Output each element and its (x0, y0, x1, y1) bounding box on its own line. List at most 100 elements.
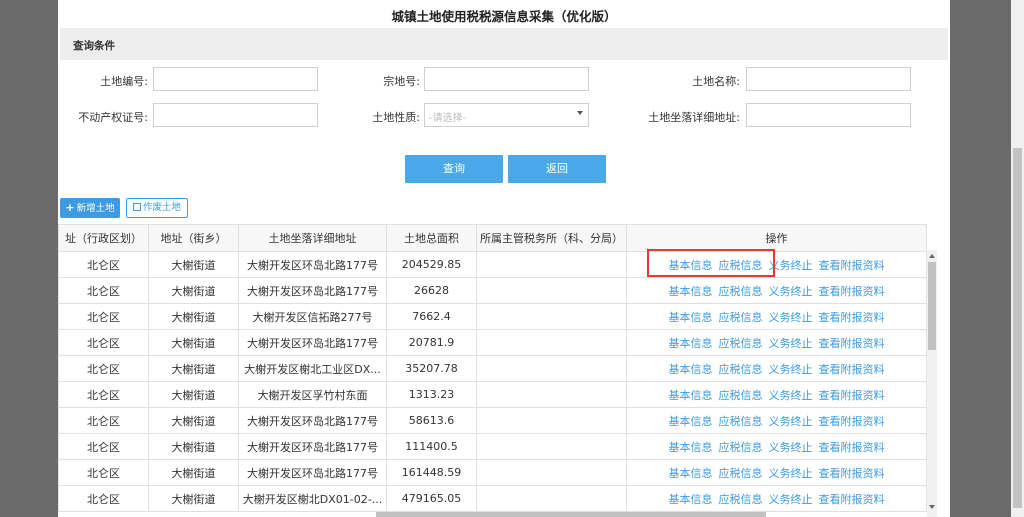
land-nature-placeholder: -请选择- (429, 113, 467, 124)
basic-info-link[interactable]: 基本信息 (669, 285, 713, 298)
cell-actions: 基本信息 应税信息 义务终止 查看附报资料 (626, 433, 927, 460)
parcel-no-input[interactable] (424, 67, 589, 91)
cell-street: 大榭街道 (148, 433, 239, 460)
land-nature-label: 土地性质: (372, 111, 420, 124)
basic-info-link[interactable]: 基本信息 (669, 389, 713, 402)
scroll-thumb[interactable] (928, 262, 936, 350)
taxable-info-link[interactable]: 应税信息 (719, 441, 763, 454)
terminate-link[interactable]: 义务终止 (769, 311, 813, 324)
terminate-link[interactable]: 义务终止 (769, 389, 813, 402)
cell-street: 大榭街道 (148, 277, 239, 304)
basic-info-link[interactable]: 基本信息 (669, 493, 713, 506)
terminate-link[interactable]: 义务终止 (769, 467, 813, 480)
table-horizontal-scrollbar[interactable] (376, 512, 766, 517)
page-scrollbar[interactable] (1011, 0, 1024, 517)
table-row[interactable]: 北仑区 大榭街道 大榭开发区环岛北路177号 26628 基本信息 应税信息 义务终止 查看附… (58, 277, 927, 304)
scroll-up-arrow-icon[interactable] (929, 254, 935, 258)
address-detail-label: 土地坐落详细地址: (648, 111, 740, 124)
header-address: 土地坐落详细地址 (238, 224, 387, 252)
cell-district: 北仑区 (58, 433, 149, 460)
back-button[interactable]: 返回 (508, 155, 606, 183)
page-scroll-thumb[interactable] (1013, 148, 1022, 508)
basic-info-link[interactable]: 基本信息 (669, 415, 713, 428)
cell-area: 1313.23 (386, 381, 477, 408)
taxable-info-link[interactable]: 应税信息 (719, 363, 763, 376)
land-nature-select[interactable]: -请选择- (424, 103, 589, 127)
terminate-link[interactable]: 义务终止 (769, 415, 813, 428)
cell-actions: 基本信息 应税信息 义务终止 查看附报资料 (626, 381, 927, 408)
view-attachments-link[interactable]: 查看附报资料 (819, 441, 885, 454)
cell-district: 北仑区 (58, 277, 149, 304)
cell-street: 大榭街道 (148, 459, 239, 486)
table-row[interactable]: 北仑区 大榭街道 大榭开发区环岛北路177号 58613.6 基本信息 应税信息 义务终止查… (58, 407, 927, 434)
table-row[interactable]: 北仑区 大榭街道 大榭开发区信拓路277号 7662.4 基本信息 应税信息 义务终止 查看附… (58, 303, 927, 330)
taxable-info-link[interactable]: 应税信息 (719, 389, 763, 402)
trash-icon (132, 203, 141, 211)
table-row[interactable]: 北仑区 大榭街道 大榭开发区榭北DX01-02-... 479165.05 基本信息 应税… (58, 485, 927, 512)
view-attachments-link[interactable]: 查看附报资料 (819, 493, 885, 506)
cell-actions: 基本信息 应税信息 义务终止 查看附报资料 (626, 485, 927, 512)
view-attachments-link[interactable]: 查看附报资料 (819, 259, 885, 272)
terminate-link[interactable]: 义务终止 (769, 441, 813, 454)
view-attachments-link[interactable]: 查看附报资料 (819, 311, 885, 324)
terminate-link[interactable]: 义务终止 (769, 493, 813, 506)
taxable-info-link[interactable]: 应税信息 (719, 467, 763, 480)
table-row[interactable]: 北仑区 大榭街道 大榭开发区环岛北路177号 111400.5 基本信息 应税信息 义务终止… (58, 433, 927, 460)
scroll-down-arrow-icon[interactable] (929, 505, 935, 509)
cell-actions: 基本信息 应税信息 义务终止 查看附报资料 (626, 329, 927, 356)
query-section-title: 查询条件 (73, 40, 115, 52)
view-attachments-link[interactable]: 查看附报资料 (819, 415, 885, 428)
table-row[interactable]: 北仑区 大榭街道 大榭开发区环岛北路177号 204529.85 基本信息 应税信息 义务终… (58, 251, 927, 278)
terminate-link[interactable]: 义务终止 (769, 363, 813, 376)
table-vertical-scrollbar[interactable] (927, 250, 937, 517)
taxable-info-link[interactable]: 应税信息 (719, 311, 763, 324)
cell-area: 7662.4 (386, 303, 477, 330)
view-attachments-link[interactable]: 查看附报资料 (819, 337, 885, 350)
cell-street: 大榭街道 (148, 329, 239, 356)
terminate-link[interactable]: 义务终止 (769, 285, 813, 298)
terminate-link[interactable]: 义务终止 (769, 259, 813, 272)
query-button[interactable]: 查询 (405, 155, 503, 183)
terminate-link[interactable]: 义务终止 (769, 337, 813, 350)
cell-actions: 基本信息 应税信息 义务终止 查看附报资料 (626, 459, 927, 486)
table-row[interactable]: 北仑区 大榭街道 大榭开发区孚竹村东面 1313.23 基本信息 应税信息 义务终止 查看附报… (58, 381, 927, 408)
header-district: 址（行政区划） (58, 224, 149, 252)
view-attachments-link[interactable]: 查看附报资料 (819, 389, 885, 402)
property-cert-input[interactable] (153, 103, 318, 127)
cell-area: 479165.05 (386, 485, 477, 512)
taxable-info-link[interactable]: 应税信息 (719, 493, 763, 506)
view-attachments-link[interactable]: 查看附报资料 (819, 363, 885, 376)
cell-street: 大榭街道 (148, 355, 239, 382)
cell-district: 北仑区 (58, 485, 149, 512)
basic-info-link[interactable]: 基本信息 (669, 311, 713, 324)
basic-info-link[interactable]: 基本信息 (669, 337, 713, 350)
cell-district: 北仑区 (58, 251, 149, 278)
basic-info-link[interactable]: 基本信息 (669, 467, 713, 480)
cell-area: 111400.5 (386, 433, 477, 460)
taxable-info-link[interactable]: 应税信息 (719, 415, 763, 428)
cell-tax-office (476, 329, 627, 356)
query-section-header: 查询条件 (60, 28, 948, 60)
cell-address: 大榭开发区环岛北路177号 (238, 329, 387, 356)
cell-district: 北仑区 (58, 407, 149, 434)
table-row[interactable]: 北仑区 大榭街道 大榭开发区环岛北路177号 161448.59 基本信息 应税信息 义务终… (58, 459, 927, 486)
header-street: 地址（街乡） (148, 224, 239, 252)
taxable-info-link[interactable]: 应税信息 (719, 285, 763, 298)
table-row[interactable]: 北仑区 大榭街道 大榭开发区环岛北路177号 20781.9 基本信息 应税信息 义务终止查… (58, 329, 927, 356)
basic-info-link[interactable]: 基本信息 (669, 363, 713, 376)
cell-tax-office (476, 251, 627, 278)
taxable-info-link[interactable]: 应税信息 (719, 337, 763, 350)
table-row[interactable]: 北仑区 大榭街道 大榭开发区榭北工业区DX... 35207.78 基本信息 应税信息 义务… (58, 355, 927, 382)
land-name-input[interactable] (746, 67, 911, 91)
address-detail-input[interactable] (746, 103, 911, 127)
cell-street: 大榭街道 (148, 251, 239, 278)
cell-street: 大榭街道 (148, 303, 239, 330)
basic-info-link[interactable]: 基本信息 (669, 441, 713, 454)
view-attachments-link[interactable]: 查看附报资料 (819, 285, 885, 298)
land-no-input[interactable] (153, 67, 318, 91)
view-attachments-link[interactable]: 查看附报资料 (819, 467, 885, 480)
cell-address: 大榭开发区信拓路277号 (238, 303, 387, 330)
cell-address: 大榭开发区环岛北路177号 (238, 277, 387, 304)
void-land-button[interactable]: 作废土地 (126, 198, 188, 218)
add-land-button[interactable]: + 新增土地 (60, 198, 120, 218)
